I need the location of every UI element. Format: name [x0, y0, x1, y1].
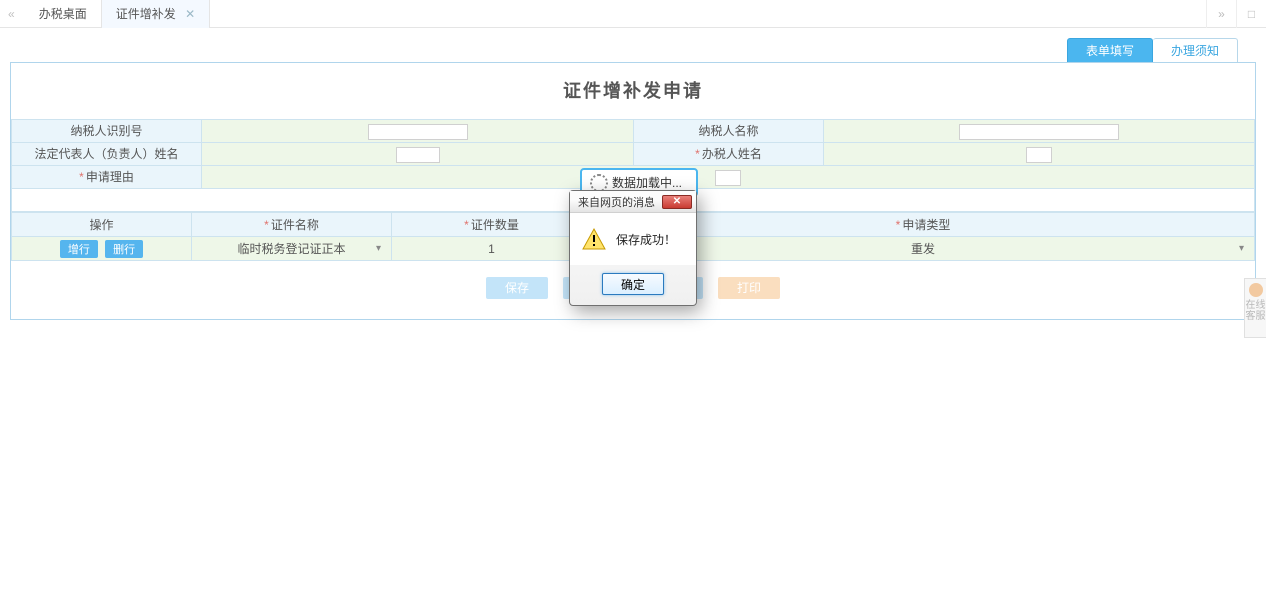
- add-row-button[interactable]: 增行: [60, 240, 98, 258]
- subtab-label: 办理须知: [1171, 44, 1219, 58]
- dialog-close-button[interactable]: ✕: [662, 195, 692, 209]
- tab-label: 办税桌面: [39, 7, 87, 21]
- online-service-label: 在线客服: [1245, 300, 1266, 322]
- maximize-icon[interactable]: □: [1236, 0, 1266, 28]
- cell-certname[interactable]: 临时税务登记证正本 ▾: [192, 237, 392, 261]
- dialog-titlebar: 来自网页的消息 ✕: [570, 191, 696, 213]
- top-tabs-bar: « 办税桌面 证件增补发 ✕ » □: [0, 0, 1266, 28]
- tab-label: 证件增补发: [116, 7, 176, 21]
- sub-tabs-bar: 表单填写 办理须知: [0, 34, 1266, 62]
- required-star-icon: *: [896, 218, 901, 232]
- value-nsrsbh: [202, 120, 634, 143]
- cell-ops: 增行 删行: [12, 237, 192, 261]
- dialog-title: 来自网页的消息: [578, 194, 655, 210]
- subtab-label: 表单填写: [1086, 44, 1134, 58]
- input-sqly[interactable]: [715, 170, 741, 186]
- cert-name-value: 临时税务登记证正本: [237, 240, 345, 257]
- input-nsrmc[interactable]: [959, 124, 1119, 140]
- dialog-footer: 确定: [570, 265, 696, 295]
- message-dialog: 来自网页的消息 ✕ 保存成功！ 确定: [569, 190, 697, 306]
- tabs-scroll-right-icon[interactable]: »: [1206, 0, 1236, 28]
- chevron-down-icon[interactable]: ▾: [376, 243, 381, 254]
- label-bsrxm: *办税人姓名: [634, 143, 824, 166]
- required-star-icon: *: [264, 218, 269, 232]
- value-bsrxm: [824, 143, 1255, 166]
- label-fddbrxm: 法定代表人（负责人）姓名: [12, 143, 202, 166]
- app-type-value: 重发: [911, 240, 935, 257]
- loading-text: 数据加载中...: [612, 176, 682, 190]
- form-title: 证件增补发申请: [11, 63, 1255, 119]
- delete-row-button[interactable]: 删行: [105, 240, 143, 258]
- subtab-form-fill[interactable]: 表单填写: [1067, 38, 1153, 62]
- save-button[interactable]: 保存: [486, 277, 548, 299]
- cert-qty-value: 1: [488, 242, 495, 256]
- cell-certqty[interactable]: 1: [392, 237, 592, 261]
- avatar-icon: [1249, 283, 1263, 297]
- value-fddbrxm: [202, 143, 634, 166]
- label-sqly: *申请理由: [12, 166, 202, 189]
- subtab-instructions[interactable]: 办理须知: [1153, 38, 1238, 62]
- window-controls: » □: [1206, 0, 1266, 28]
- input-nsrsbh[interactable]: [368, 124, 468, 140]
- required-star-icon: *: [695, 147, 700, 161]
- col-header-certqty: *证件数量: [392, 213, 592, 237]
- input-bsrxm[interactable]: [1026, 147, 1052, 163]
- dialog-body: 保存成功！: [570, 213, 696, 265]
- print-button[interactable]: 打印: [718, 277, 780, 299]
- col-header-certname: *证件名称: [192, 213, 392, 237]
- online-service-badge[interactable]: 在线客服: [1244, 278, 1266, 338]
- value-nsrmc: [824, 120, 1255, 143]
- label-nsrsbh: 纳税人识别号: [12, 120, 202, 143]
- required-star-icon: *: [79, 170, 84, 184]
- tab-cert-reissue[interactable]: 证件增补发 ✕: [102, 0, 210, 28]
- required-star-icon: *: [464, 218, 469, 232]
- tab-tax-desktop[interactable]: 办税桌面: [25, 0, 102, 28]
- close-icon[interactable]: ✕: [185, 7, 195, 21]
- value-sqly: [202, 166, 1255, 189]
- dialog-ok-button[interactable]: 确定: [602, 273, 664, 295]
- col-header-ops: 操作: [12, 213, 192, 237]
- dialog-message: 保存成功！: [616, 231, 676, 248]
- chevron-down-icon[interactable]: ▾: [1239, 243, 1244, 254]
- warning-icon: [582, 227, 606, 251]
- tabs-scroll-left-icon[interactable]: «: [8, 7, 15, 21]
- input-fddbrxm[interactable]: [396, 147, 440, 163]
- label-nsrmc: 纳税人名称: [634, 120, 824, 143]
